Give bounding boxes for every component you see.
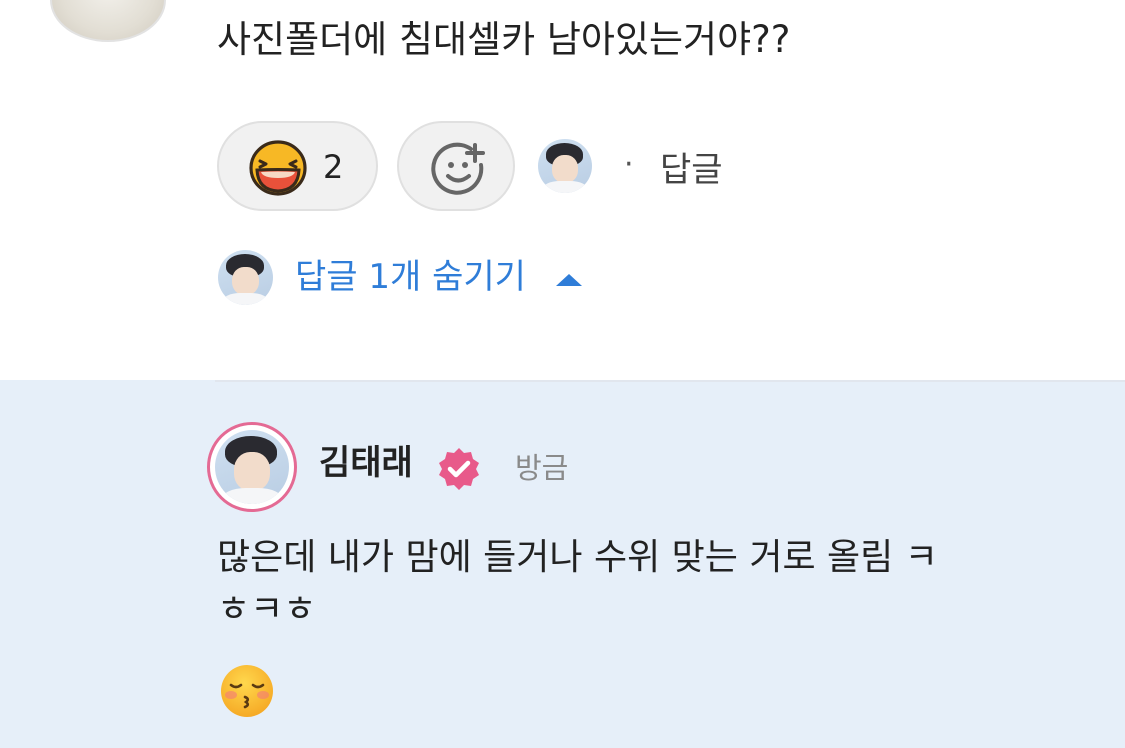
avatar-shirt <box>220 487 284 504</box>
hide-replies-label[interactable]: 답글 1개 숨기기 <box>295 254 526 300</box>
avatar-face <box>232 266 259 296</box>
avatar-shirt <box>222 292 269 305</box>
reacted-user-avatar[interactable] <box>538 139 592 193</box>
divider <box>215 380 1125 382</box>
author-name[interactable]: 김태래 <box>319 440 413 486</box>
add-reaction-button[interactable] <box>397 121 515 211</box>
add-reaction-icon <box>431 142 485 195</box>
laughing-emoji-icon <box>249 140 307 196</box>
comment-text: 사진폴더에 침대셀카 남아있는거야?? <box>217 18 791 61</box>
timestamp: 방금 <box>515 451 569 485</box>
avatar-face <box>234 452 270 491</box>
reply-button[interactable]: 답글 <box>660 148 723 192</box>
commenter-avatar[interactable] <box>50 0 166 42</box>
replier-avatar <box>218 250 273 305</box>
reaction-count: 2 <box>323 148 344 186</box>
laugh-reaction-button[interactable]: 2 <box>217 121 378 211</box>
caret-up-icon[interactable] <box>556 274 582 286</box>
reply-text-line: 많은데 내가 맘에 들거나 수위 맞는 거로 올림 ㅋ <box>217 537 938 578</box>
reply-item: 김태래 방금 많은데 내가 맘에 들거나 수위 맞는 거로 올림 ㅋ ㅎㅋㅎ <box>0 380 1125 748</box>
author-avatar-ring[interactable] <box>207 422 297 512</box>
reply-text-line: ㅎㅋㅎ <box>217 589 317 630</box>
kissing-face-icon <box>221 665 273 717</box>
reply-text: 많은데 내가 맘에 들거나 수위 맞는 거로 올림 ㅋ ㅎㅋㅎ <box>217 532 1077 636</box>
verified-badge-icon <box>439 448 479 490</box>
avatar-shirt <box>542 181 588 193</box>
author-avatar <box>215 430 289 504</box>
avatar-face <box>552 155 578 184</box>
separator-dot: · <box>624 147 634 182</box>
